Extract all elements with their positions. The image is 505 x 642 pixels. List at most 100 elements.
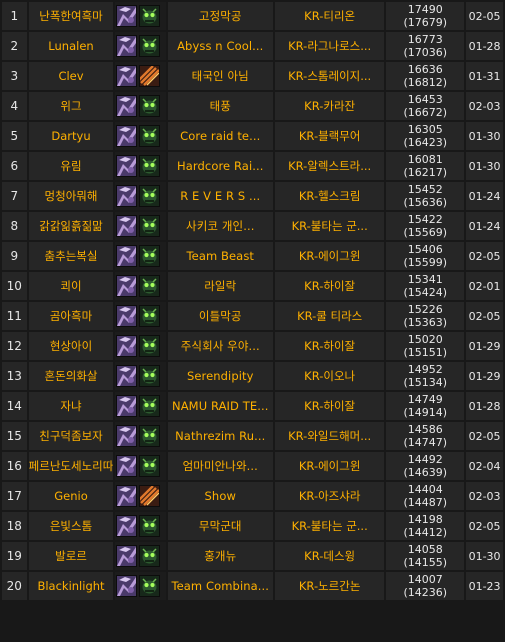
class-spec-icons	[115, 362, 166, 390]
realm-link[interactable]: KR-블랙무어	[274, 122, 385, 150]
guild-name-link[interactable]: 무막군대	[167, 512, 273, 540]
leaderboard-table: 1 난폭한여흑마 고정막공 KR-티리온 17490 (17679) 02-05 2 Lunal…	[0, 0, 505, 602]
score-cell: 14586 (14747)	[386, 422, 465, 450]
warlock-class-icon	[116, 335, 138, 357]
realm-link[interactable]: KR-데스윙	[274, 542, 385, 570]
guild-name-link[interactable]: Abyss n Cool...	[167, 32, 273, 60]
warlock-spec-icon	[139, 455, 161, 477]
warlock-spec-icon	[139, 185, 161, 207]
realm-link[interactable]: KR-티리온	[274, 2, 385, 30]
score-value: 14007	[407, 573, 443, 586]
realm-link[interactable]: KR-라그나로스...	[274, 32, 385, 60]
warlock-spec-icon	[139, 95, 161, 117]
realm-link[interactable]: KR-에이그윈	[274, 242, 385, 270]
score-alt-value: (14639)	[403, 466, 448, 479]
player-name-link[interactable]: 은빛스톰	[28, 512, 114, 540]
realm-link[interactable]: KR-알렉스트라...	[274, 152, 385, 180]
realm-link[interactable]: KR-아즈샤라	[274, 482, 385, 510]
guild-name-link[interactable]: 라일락	[167, 272, 273, 300]
date-cell: 01-23	[466, 572, 503, 600]
guild-name-link[interactable]: Hardcore Rai...	[167, 152, 273, 180]
realm-link[interactable]: KR-하이잘	[274, 392, 385, 420]
player-name-link[interactable]: Blackinlight	[28, 572, 114, 600]
guild-name-link[interactable]: 이틀막공	[167, 302, 273, 330]
realm-link[interactable]: KR-헬스크림	[274, 182, 385, 210]
player-name-link[interactable]: 발로르	[28, 542, 114, 570]
guild-name-link[interactable]: Show	[167, 482, 273, 510]
score-cell: 14952 (15134)	[386, 362, 465, 390]
guild-name-link[interactable]: Nathrezim Ru...	[167, 422, 273, 450]
guild-name-link[interactable]: Team Combina...	[167, 572, 273, 600]
guild-name-link[interactable]: 엄마미안나와...	[167, 452, 273, 480]
player-name-link[interactable]: Lunalen	[28, 32, 114, 60]
score-cell: 16636 (16812)	[386, 62, 465, 90]
rank-cell: 5	[2, 122, 27, 150]
score-value: 16636	[407, 63, 443, 76]
score-value: 14586	[407, 423, 443, 436]
player-name-link[interactable]: 춤추는복실	[28, 242, 114, 270]
player-name-link[interactable]: 멍청아뭐해	[28, 182, 114, 210]
warlock-class-icon	[116, 545, 138, 567]
rank-cell: 15	[2, 422, 27, 450]
warlock-class-icon	[116, 215, 138, 237]
realm-link[interactable]: KR-쿨 티라스	[274, 302, 385, 330]
score-cell: 16081 (16217)	[386, 152, 465, 180]
player-name-link[interactable]: 자냐	[28, 392, 114, 420]
table-row: 19 발로르 홍개뉴 KR-데스윙 14058 (14155) 01-30	[2, 542, 503, 570]
warlock-class-icon	[116, 365, 138, 387]
player-name-link[interactable]: 혼돈의화살	[28, 362, 114, 390]
guild-name-link[interactable]: R E V E R S ...	[167, 182, 273, 210]
score-cell: 14198 (14412)	[386, 512, 465, 540]
warlock-class-icon	[116, 5, 138, 27]
guild-name-link[interactable]: 사키코 개인...	[167, 212, 273, 240]
score-alt-value: (15569)	[403, 226, 448, 239]
realm-link[interactable]: KR-스톰레이지...	[274, 62, 385, 90]
player-name-link[interactable]: 친구덕좀보자	[28, 422, 114, 450]
player-name-link[interactable]: 현상아이	[28, 332, 114, 360]
realm-link[interactable]: KR-이오나	[274, 362, 385, 390]
guild-name-link[interactable]: 주식회사 우야...	[167, 332, 273, 360]
rank-cell: 11	[2, 302, 27, 330]
realm-link[interactable]: KR-하이잘	[274, 272, 385, 300]
score-value: 14404	[407, 483, 443, 496]
score-cell: 14492 (14639)	[386, 452, 465, 480]
score-alt-value: (17679)	[403, 16, 448, 29]
player-name-link[interactable]: 난폭한여흑마	[28, 2, 114, 30]
guild-name-link[interactable]: 홍개뉴	[167, 542, 273, 570]
player-name-link[interactable]: 곰아흑마	[28, 302, 114, 330]
rank-cell: 2	[2, 32, 27, 60]
destruction-spec-icon	[139, 485, 161, 507]
realm-link[interactable]: KR-에이그윈	[274, 452, 385, 480]
player-name-link[interactable]: 위그	[28, 92, 114, 120]
score-alt-value: (14747)	[403, 436, 448, 449]
player-name-link[interactable]: Genio	[28, 482, 114, 510]
realm-link[interactable]: KR-카라잔	[274, 92, 385, 120]
realm-link[interactable]: KR-노르간논	[274, 572, 385, 600]
player-name-link[interactable]: Dartyu	[28, 122, 114, 150]
rank-cell: 19	[2, 542, 27, 570]
realm-link[interactable]: KR-하이잘	[274, 332, 385, 360]
player-name-link[interactable]: 갉갉읾흙짊맒	[28, 212, 114, 240]
guild-name-link[interactable]: 태국인 아님	[167, 62, 273, 90]
guild-name-link[interactable]: Team Beast	[167, 242, 273, 270]
date-cell: 02-05	[466, 422, 503, 450]
class-spec-icons	[115, 392, 166, 420]
realm-link[interactable]: KR-불타는 군...	[274, 512, 385, 540]
table-row: 6 유림 Hardcore Rai... KR-알렉스트라... 16081 (16217…	[2, 152, 503, 180]
realm-link[interactable]: KR-와일드해머...	[274, 422, 385, 450]
guild-name-link[interactable]: NAMU RAID TE...	[167, 392, 273, 420]
destruction-spec-icon	[139, 65, 161, 87]
player-name-link[interactable]: 쾨이	[28, 272, 114, 300]
player-name-link[interactable]: 유림	[28, 152, 114, 180]
score-value: 15422	[407, 213, 443, 226]
realm-link[interactable]: KR-불타는 군...	[274, 212, 385, 240]
guild-name-link[interactable]: 태풍	[167, 92, 273, 120]
date-cell: 01-28	[466, 392, 503, 420]
score-cell: 14007 (14236)	[386, 572, 465, 600]
player-name-link[interactable]: Clev	[28, 62, 114, 90]
guild-name-link[interactable]: 고정막공	[167, 2, 273, 30]
score-alt-value: (14155)	[403, 556, 448, 569]
guild-name-link[interactable]: Serendipity	[167, 362, 273, 390]
player-name-link[interactable]: 페르난도세노리따	[28, 452, 114, 480]
guild-name-link[interactable]: Core raid te...	[167, 122, 273, 150]
